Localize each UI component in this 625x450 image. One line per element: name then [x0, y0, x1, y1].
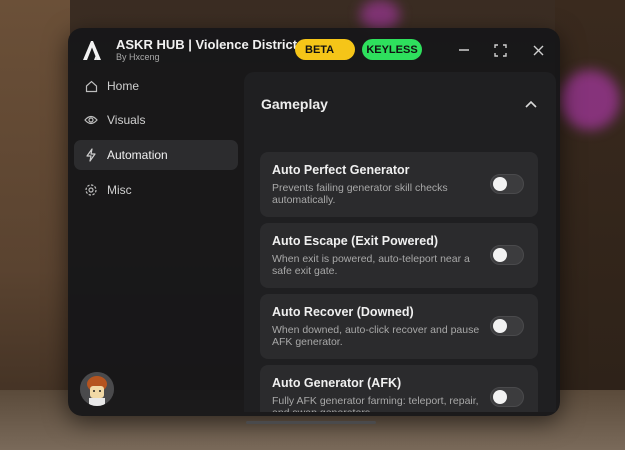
setting-card: Auto Escape (Exit Powered) When exit is …	[260, 223, 538, 288]
close-icon	[533, 45, 543, 55]
avatar-icon	[80, 372, 114, 406]
auto-escape-toggle[interactable]	[490, 245, 524, 265]
card-title: Auto Perfect Generator	[272, 163, 410, 177]
keyless-badge: KEYLESS	[362, 39, 422, 60]
sidebar-item-home[interactable]: Home	[74, 71, 238, 101]
section-title: Gameplay	[261, 96, 328, 112]
eye-icon	[83, 112, 99, 128]
lightning-icon	[83, 147, 99, 163]
avatar[interactable]	[80, 372, 114, 406]
beta-badge: BETA	[295, 39, 355, 60]
card-title: Auto Recover (Downed)	[272, 305, 414, 319]
card-title: Auto Generator (AFK)	[272, 376, 402, 390]
scroll-indicator[interactable]	[246, 421, 376, 424]
background-glow	[360, 0, 400, 30]
content-pane[interactable]: Gameplay Auto Perfect Generator Prevents…	[244, 72, 556, 412]
maximize-icon	[493, 43, 507, 57]
sidebar-item-label: Visuals	[107, 113, 146, 127]
background-wall-left	[0, 0, 70, 450]
toggle-knob	[493, 319, 507, 333]
gear-icon	[83, 182, 99, 198]
setting-card: Auto Generator (AFK) Fully AFK generator…	[260, 365, 538, 412]
app-subtitle: By Hxceng	[116, 52, 160, 62]
minimize-button[interactable]	[454, 40, 474, 60]
sidebar-item-label: Home	[107, 79, 140, 93]
minimize-icon	[459, 49, 469, 51]
card-description: Prevents failing generator skill checks …	[272, 182, 448, 206]
background-wall-right	[555, 0, 625, 450]
card-title: Auto Escape (Exit Powered)	[272, 234, 439, 248]
toggle-knob	[493, 177, 507, 191]
toggle-knob	[493, 248, 507, 262]
sidebar-item-label: Automation	[107, 148, 168, 162]
setting-card: Auto Recover (Downed) When downed, auto-…	[260, 294, 538, 359]
auto-perfect-generator-toggle[interactable]	[490, 174, 524, 194]
app-title: ASKR HUB | Violence District	[116, 37, 298, 52]
maximize-button[interactable]	[490, 40, 510, 60]
auto-recover-toggle[interactable]	[490, 316, 524, 336]
card-description: When exit is powered, auto-teleport near…	[272, 253, 470, 277]
setting-card: Auto Perfect Generator Prevents failing …	[260, 152, 538, 217]
askr-logo-icon	[83, 41, 101, 60]
auto-generator-afk-toggle[interactable]	[490, 387, 524, 407]
background-glow	[560, 70, 620, 130]
sidebar-item-misc[interactable]: Misc	[74, 175, 238, 205]
title-bar[interactable]: ASKR HUB | Violence District By Hxceng B…	[68, 28, 560, 72]
home-icon	[83, 78, 99, 94]
sidebar-item-visuals[interactable]: Visuals	[74, 105, 238, 135]
chevron-up-icon[interactable]	[524, 98, 538, 112]
sidebar-item-label: Misc	[107, 183, 132, 197]
card-description: When downed, auto-click recover and paus…	[272, 324, 480, 348]
card-description: Fully AFK generator farming: teleport, r…	[272, 395, 479, 412]
toggle-knob	[493, 390, 507, 404]
main-window: ASKR HUB | Violence District By Hxceng B…	[68, 28, 560, 416]
sidebar-item-automation[interactable]: Automation	[74, 140, 238, 170]
close-button[interactable]	[528, 40, 548, 60]
